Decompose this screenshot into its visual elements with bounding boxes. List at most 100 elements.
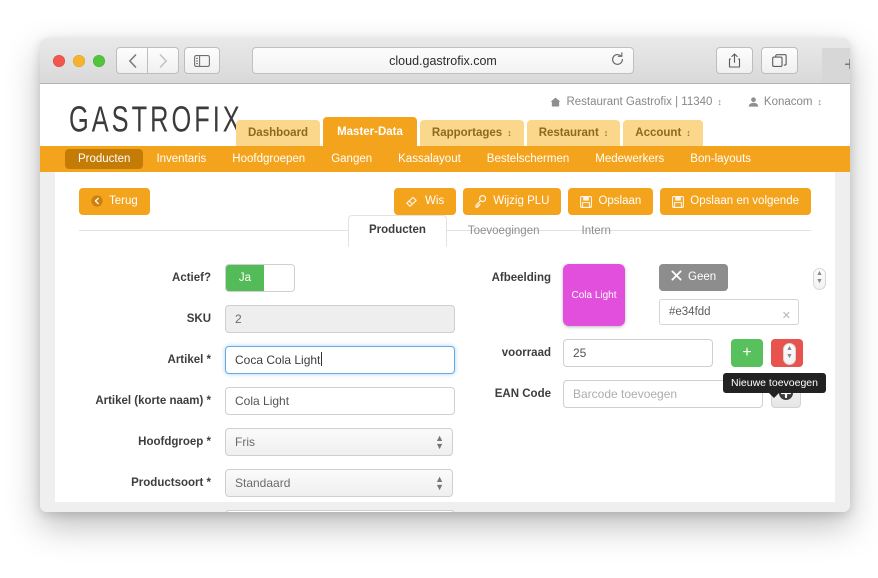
form-column-left: Actief? Ja SKU 2 Artikel * Coca Cola Lig… [55,264,473,512]
url-text: cloud.gastrofix.com [389,53,497,68]
subtab-toevoegingen[interactable]: Toevoegingen [447,216,561,247]
share-icon [728,53,741,68]
subnav-label: Producten [78,152,131,165]
subnav-item-gangen[interactable]: Gangen [318,149,385,170]
minimize-window-button[interactable] [73,55,85,67]
eraser-icon [406,196,419,208]
button-label: Wijzig PLU [493,195,550,208]
share-button[interactable] [716,47,753,74]
subnav-item-producten[interactable]: Producten [65,148,144,170]
subnav-label: Gangen [331,152,373,165]
subnav-item-hoofdgroepen[interactable]: Hoofdgroepen [219,149,318,170]
account-bar: Restaurant Gastrofix | 11340 ↕ Konacom ↕ [550,96,822,108]
field-sku: SKU 2 [73,305,473,333]
subnav-item-inventaris[interactable]: Inventaris [143,149,219,170]
button-label: Terug [109,195,138,207]
subtab-intern[interactable]: Intern [561,216,632,247]
product-color-swatch[interactable]: Cola Light [563,264,625,326]
tab-label: Master-Data [337,126,403,139]
opslaan-en-volgende-button[interactable]: Opslaan en volgende [660,188,811,215]
subtab-label: Toevoegingen [467,225,540,237]
close-x-icon [671,270,682,285]
field-afbeelding: Afbeelding Cola Light Geen #e34fdd ✕ [473,264,833,326]
subnav-item-medewerkers[interactable]: Medewerkers [582,149,677,170]
maximize-window-button[interactable] [93,55,105,67]
wijzig-plu-button[interactable]: Wijzig PLU [463,188,562,215]
field-label: Productsoort * [131,477,211,489]
user-selector[interactable]: Konacom ↕ [748,96,822,108]
browser-toolbar-right [716,47,798,74]
home-icon [551,97,561,107]
browser-titlebar: cloud.gastrofix.com [40,38,850,84]
restaurant-label: Restaurant Gastrofix | 11340 [566,96,713,108]
restaurant-selector[interactable]: Restaurant Gastrofix | 11340 ↕ [550,96,722,108]
add-voorraad-button[interactable]: + [731,339,763,367]
button-label: Geen [688,271,717,283]
back-button[interactable] [116,47,148,74]
sidebar-icon [194,54,210,67]
toolbar-actions: Wis Wijzig PLU Opslaan Opslaan en volgen… [394,188,811,215]
tabs-icon [772,53,787,67]
subnav: Producten Inventaris Hoofdgroepen Gangen… [40,146,850,172]
tab-account[interactable]: Account ↕ [623,120,703,146]
subnav-item-kassalayout[interactable]: Kassalayout [385,149,474,170]
show-tabs-button[interactable] [761,47,798,74]
new-tab-button[interactable]: + [822,48,850,83]
tab-rapportages[interactable]: Rapportages ↕ [419,120,524,146]
toggle-off-area[interactable] [264,265,294,291]
tab-label: Account [635,127,682,140]
hoofdgroep-select[interactable]: Fris ▲ ▼ [225,428,453,456]
chevron-updown-icon: ▲ ▼ [435,433,444,451]
content-card: Terug Wis Wijzig PLU Opslaan Opslaan en … [55,172,835,512]
address-bar[interactable]: cloud.gastrofix.com [252,47,634,74]
clear-x-icon[interactable]: ✕ [782,304,791,328]
main-tabs: Dashboard Master-Data Rapportages ↕ Rest… [236,117,703,146]
artikel-korte-naam-input[interactable]: Cola Light [225,387,455,415]
chevron-updown-icon: ↕ [817,97,823,107]
voorraad-input[interactable]: 25 ▲ ▼ [563,339,796,367]
reload-button[interactable] [610,52,625,72]
page-background: Terug Wis Wijzig PLU Opslaan Opslaan en … [40,172,850,512]
subnav-item-bon-layouts[interactable]: Bon-layouts [677,149,764,170]
field-hoofdgroep: Hoofdgroep * Fris ▲ ▼ [73,428,473,456]
subnav-label: Bestelschermen [486,152,570,165]
field-prijs: Prijs 2,35 ▲▼ [73,510,473,512]
navigation-buttons [116,47,179,74]
tab-dashboard[interactable]: Dashboard [236,120,321,146]
arrow-circle-left-icon [91,195,103,207]
browser-window: cloud.gastrofix.com GASTROFIX Restaurant… [40,38,850,512]
field-label: Afbeelding [491,272,551,284]
field-label: EAN Code [494,388,551,400]
prijs-input[interactable]: 2,35 ▲▼ [225,510,455,512]
subnav-item-bestelschermen[interactable]: Bestelschermen [474,149,582,170]
field-artikel: Artikel * Coca Cola Light [73,346,473,374]
opslaan-button[interactable]: Opslaan [568,188,654,215]
field-voorraad: voorraad 25 ▲▼ + − Nieuwe toevoegen [473,339,833,398]
field-label: voorraad [501,347,551,359]
geen-button[interactable]: Geen [659,264,729,291]
artikel-input[interactable]: Coca Cola Light [225,346,455,374]
select-value: Fris [235,435,255,449]
back-button-terug[interactable]: Terug [79,188,150,215]
forward-button[interactable] [148,47,179,74]
field-productsoort: Productsoort * Standaard ▲ ▼ [73,469,473,497]
color-hex-input[interactable]: #e34fdd ✕ [659,298,799,328]
show-sidebar-button[interactable] [184,47,220,74]
tab-master-data[interactable]: Master-Data [323,117,417,146]
toggle-on-label: Ja [226,265,264,291]
select-value: Standaard [235,476,291,490]
ean-stepper[interactable]: ▲ ▼ [813,268,826,290]
sku-input[interactable]: 2 [225,305,455,333]
subtab-producten[interactable]: Producten [348,215,447,247]
field-label: Artikel (korte naam) * [95,395,211,407]
form-column-right: Afbeelding Cola Light Geen #e34fdd ✕ voo… [473,264,833,512]
actief-toggle[interactable]: Ja [225,264,295,292]
chevron-updown-icon: ↕ [507,127,512,138]
tab-restaurant[interactable]: Restaurant ↕ [526,120,621,146]
productsoort-select[interactable]: Standaard ▲ ▼ [225,469,453,497]
button-label: Opslaan [598,195,642,208]
screenshot-root: cloud.gastrofix.com GASTROFIX Restaurant… [0,0,878,578]
voorraad-stepper[interactable]: ▲ ▼ [783,343,796,365]
close-window-button[interactable] [53,55,65,67]
wis-button[interactable]: Wis [394,188,457,215]
